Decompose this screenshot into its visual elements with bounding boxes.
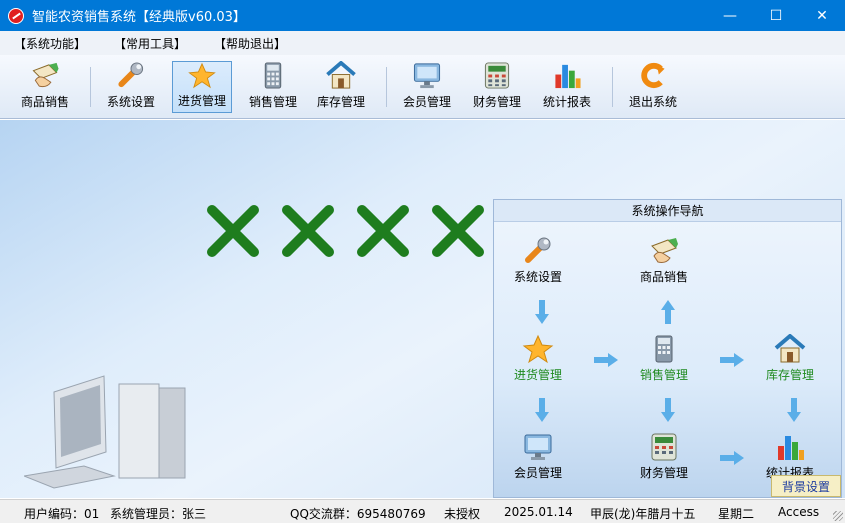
title-bar: 智能农资销售系统【经典版v60.03】 — ☐ ✕ <box>0 0 845 31</box>
green-cross-icon <box>207 205 259 257</box>
nav-node-label: 商品销售 <box>640 270 689 284</box>
bar-chart-icon <box>555 64 581 89</box>
arrow-down-icon <box>535 300 549 324</box>
toolbar-sales-mgmt-button[interactable]: 销售管理 <box>244 61 302 113</box>
toolbar-label: 财务管理 <box>472 95 521 109</box>
toolbar-separator <box>612 67 613 107</box>
status-qq-group: QQ交流群：695480769 <box>290 507 426 521</box>
monitor-icon <box>524 434 552 460</box>
status-license: 未授权 <box>444 507 481 521</box>
window-controls: — ☐ ✕ <box>707 0 845 31</box>
toolbar-finance-button[interactable]: 财务管理 <box>468 61 526 113</box>
app-logo-icon <box>8 7 24 24</box>
monitor-icon <box>413 63 441 89</box>
toolbar-member-button[interactable]: 会员管理 <box>398 61 456 113</box>
nav-node-label: 财务管理 <box>640 466 689 480</box>
wrench-icon <box>525 237 551 263</box>
toolbar-product-sale-button[interactable]: 商品销售 <box>16 61 74 113</box>
minimize-button[interactable]: — <box>707 0 753 31</box>
toolbar-label: 进货管理 <box>177 94 226 108</box>
calculator-icon <box>655 335 673 363</box>
main-workspace: 系统操作导航 系统设置 商品销售 进货管理 销售管理 库存管理 会员管理 财务管… <box>0 120 845 498</box>
bar-chart-icon <box>778 436 804 460</box>
green-cross-icon <box>282 205 334 257</box>
nav-panel-title: 系统操作导航 <box>494 200 841 222</box>
nav-node-label: 库存管理 <box>766 368 815 382</box>
resize-grip-icon[interactable] <box>833 511 843 521</box>
nav-report-node[interactable]: 统计报表 <box>766 432 814 481</box>
toolbar-label: 退出系统 <box>628 95 677 109</box>
toolbar-label: 销售管理 <box>248 95 297 109</box>
toolbar-separator <box>386 67 387 107</box>
nav-node-label: 系统设置 <box>514 270 563 284</box>
toolbar-purchase-button[interactable]: 进货管理 <box>172 61 232 113</box>
background-settings-button[interactable]: 背景设置 <box>771 475 841 497</box>
green-cross-icon <box>432 205 484 257</box>
status-database: Access <box>778 505 820 519</box>
nav-inventory-node[interactable]: 库存管理 <box>766 334 814 383</box>
toolbar: 商品销售 系统设置 进货管理 销售管理 库存管理 会员管理 财务管理 统计报表 … <box>0 55 845 119</box>
product-sale-icon <box>651 238 678 263</box>
menu-bar: 【系统功能】 【常用工具】 【帮助退出】 <box>0 31 845 55</box>
toolbar-separator <box>90 67 91 107</box>
arrow-down-icon <box>661 398 675 422</box>
house-icon <box>774 334 806 363</box>
arrow-up-icon <box>661 300 675 324</box>
house-icon <box>326 61 356 89</box>
green-cross-icon <box>357 205 409 257</box>
status-weekday: 星期二 <box>718 507 755 521</box>
exit-icon <box>641 62 665 89</box>
product-sale-icon <box>32 62 59 88</box>
star-icon <box>522 334 554 364</box>
nav-node-label: 进货管理 <box>514 368 563 382</box>
wrench-icon <box>118 62 144 88</box>
status-user-code: 用户编码：01 <box>24 507 100 521</box>
status-bar: 用户编码：01 系统管理员：张三 QQ交流群：695480769 未授权 202… <box>0 499 845 523</box>
toolbar-report-button[interactable]: 统计报表 <box>538 61 596 113</box>
status-date: 2025.01.14 <box>504 505 573 519</box>
close-button[interactable]: ✕ <box>799 0 845 31</box>
nav-node-label: 会员管理 <box>514 466 563 480</box>
nav-purchase-node[interactable]: 进货管理 <box>514 334 562 383</box>
status-admin: 系统管理员：张三 <box>110 507 207 521</box>
arrow-right-icon <box>594 353 618 367</box>
toolbar-exit-button[interactable]: 退出系统 <box>624 61 682 113</box>
toolbar-settings-button[interactable]: 系统设置 <box>102 61 160 113</box>
toolbar-label: 系统设置 <box>106 95 155 109</box>
nav-sale-node[interactable]: 商品销售 <box>640 236 688 285</box>
window-title: 智能农资销售系统【经典版v60.03】 <box>32 10 246 25</box>
menu-help-exit[interactable]: 【帮助退出】 <box>214 35 286 52</box>
toolbar-label: 商品销售 <box>20 95 69 109</box>
toolbar-label: 会员管理 <box>402 95 451 109</box>
toolbar-inventory-button[interactable]: 库存管理 <box>312 61 370 113</box>
nav-sales-mgmt-node[interactable]: 销售管理 <box>640 334 688 383</box>
nav-finance-node[interactable]: 财务管理 <box>640 432 688 481</box>
arrow-right-icon <box>720 353 744 367</box>
calculator-icon <box>264 62 282 89</box>
status-lunar-date: 甲辰(龙)年腊月十五 <box>590 507 696 521</box>
cash-register-icon <box>651 433 677 461</box>
nav-member-node[interactable]: 会员管理 <box>514 432 562 481</box>
maximize-button[interactable]: ☐ <box>753 0 799 31</box>
arrow-down-icon <box>787 398 801 422</box>
nav-settings-node[interactable]: 系统设置 <box>514 236 562 285</box>
star-icon <box>188 62 216 89</box>
computer-illustration-icon <box>24 375 186 489</box>
arrow-down-icon <box>535 398 549 422</box>
nav-node-label: 销售管理 <box>640 368 689 382</box>
menu-common-tools[interactable]: 【常用工具】 <box>114 35 186 52</box>
arrow-right-icon <box>720 451 744 465</box>
toolbar-label: 库存管理 <box>316 95 365 109</box>
cash-register-icon <box>484 62 510 89</box>
menu-system-functions[interactable]: 【系统功能】 <box>14 35 86 52</box>
toolbar-label: 统计报表 <box>542 95 591 109</box>
operation-navigation-panel: 系统操作导航 系统设置 商品销售 进货管理 销售管理 库存管理 会员管理 财务管… <box>493 199 842 498</box>
